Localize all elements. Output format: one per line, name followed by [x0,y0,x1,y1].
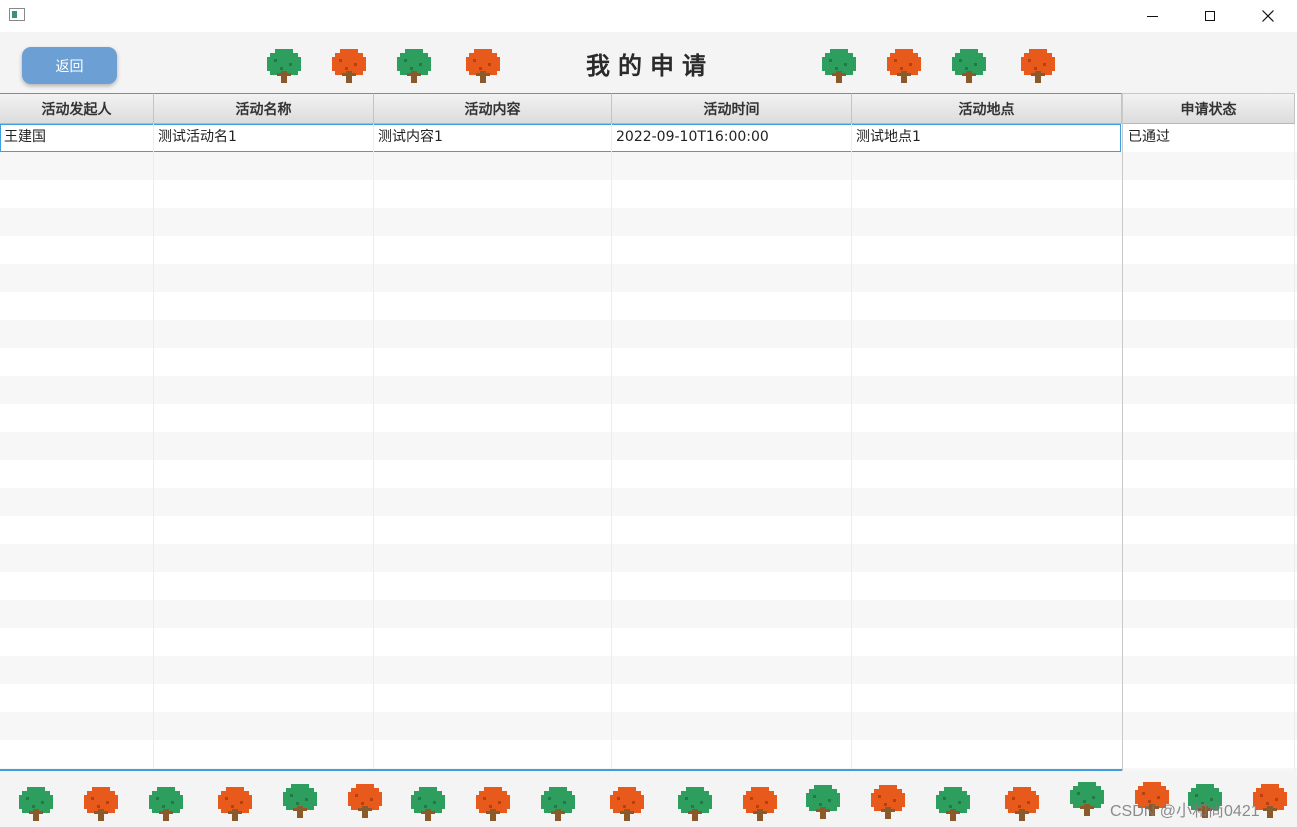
app-icon [9,8,25,21]
table-row[interactable] [0,656,1297,684]
window-titlebar [0,0,1297,32]
tree-orange-icon [885,47,923,85]
table-row[interactable] [0,460,1297,488]
table-row[interactable] [0,264,1297,292]
tree-green-icon [281,782,319,820]
watermark: CSDN @小和尚0421 [1110,803,1260,820]
back-button[interactable]: 返回 [22,47,117,84]
cell-activity-name[interactable]: 测试活动名1 [154,124,373,152]
tree-green-icon [676,785,714,823]
cell-activity-location[interactable]: 测试地点1 [852,124,1121,152]
table-row[interactable] [0,572,1297,600]
tree-orange-icon [330,47,368,85]
close-icon [1262,10,1274,22]
tree-green-icon [934,785,972,823]
table-row[interactable] [0,320,1297,348]
tree-green-icon [17,785,55,823]
tree-orange-icon [346,782,384,820]
tree-orange-icon [216,785,254,823]
table-row[interactable] [0,544,1297,572]
minimize-button[interactable] [1123,0,1181,32]
tree-green-icon [1068,780,1106,818]
cell-initiator[interactable]: 王建国 [0,124,153,152]
column-header-activity-name[interactable]: 活动名称 [154,93,374,124]
tree-green-icon [820,47,858,85]
table-split-divider [1122,93,1123,771]
tree-orange-icon [474,785,512,823]
table-row[interactable] [0,348,1297,376]
table-row[interactable] [0,208,1297,236]
table-row[interactable] [0,376,1297,404]
cell-activity-content[interactable]: 测试内容1 [374,124,611,152]
maximize-button[interactable] [1181,0,1239,32]
applications-table: 活动发起人 活动名称 活动内容 活动时间 活动地点 申请状态 王建国 测试活动名… [0,93,1297,771]
table-bottom-border [0,769,1122,771]
column-header-initiator[interactable]: 活动发起人 [0,93,154,124]
maximize-icon [1205,11,1215,21]
close-button[interactable] [1239,0,1297,32]
column-divider [611,124,612,771]
table-row[interactable] [0,236,1297,264]
table-row[interactable] [0,404,1297,432]
column-divider [851,124,852,771]
column-header-activity-time[interactable]: 活动时间 [612,93,852,124]
column-divider [1294,124,1295,771]
tree-orange-icon [608,785,646,823]
tree-green-icon [147,785,185,823]
column-header-activity-content[interactable]: 活动内容 [374,93,612,124]
table-row[interactable] [0,180,1297,208]
tree-orange-icon [1019,47,1057,85]
tree-orange-icon [82,785,120,823]
column-header-activity-location[interactable]: 活动地点 [852,93,1122,124]
table-row[interactable] [0,740,1297,768]
minimize-icon [1146,15,1158,17]
cell-activity-time[interactable]: 2022-09-10T16:00:00 [612,124,851,152]
table-row[interactable] [0,152,1297,180]
table-row[interactable] [0,628,1297,656]
tree-green-icon [265,47,303,85]
column-divider [373,124,374,771]
tree-green-icon [409,785,447,823]
column-header-application-status[interactable]: 申请状态 [1123,93,1295,124]
table-row[interactable] [0,516,1297,544]
table-row[interactable] [0,432,1297,460]
page-title: 我的申请 [586,52,714,80]
tree-orange-icon [869,783,907,821]
table-row[interactable] [0,684,1297,712]
cell-application-status[interactable]: 已通过 [1124,124,1294,152]
table-row[interactable] [0,712,1297,740]
tree-green-icon [804,783,842,821]
tree-orange-icon [464,47,502,85]
table-row[interactable] [0,600,1297,628]
tree-orange-icon [1003,785,1041,823]
table-row[interactable] [0,488,1297,516]
table-row[interactable] [0,292,1297,320]
column-divider [153,124,154,771]
tree-green-icon [395,47,433,85]
tree-orange-icon [741,785,779,823]
tree-green-icon [539,785,577,823]
tree-green-icon [950,47,988,85]
